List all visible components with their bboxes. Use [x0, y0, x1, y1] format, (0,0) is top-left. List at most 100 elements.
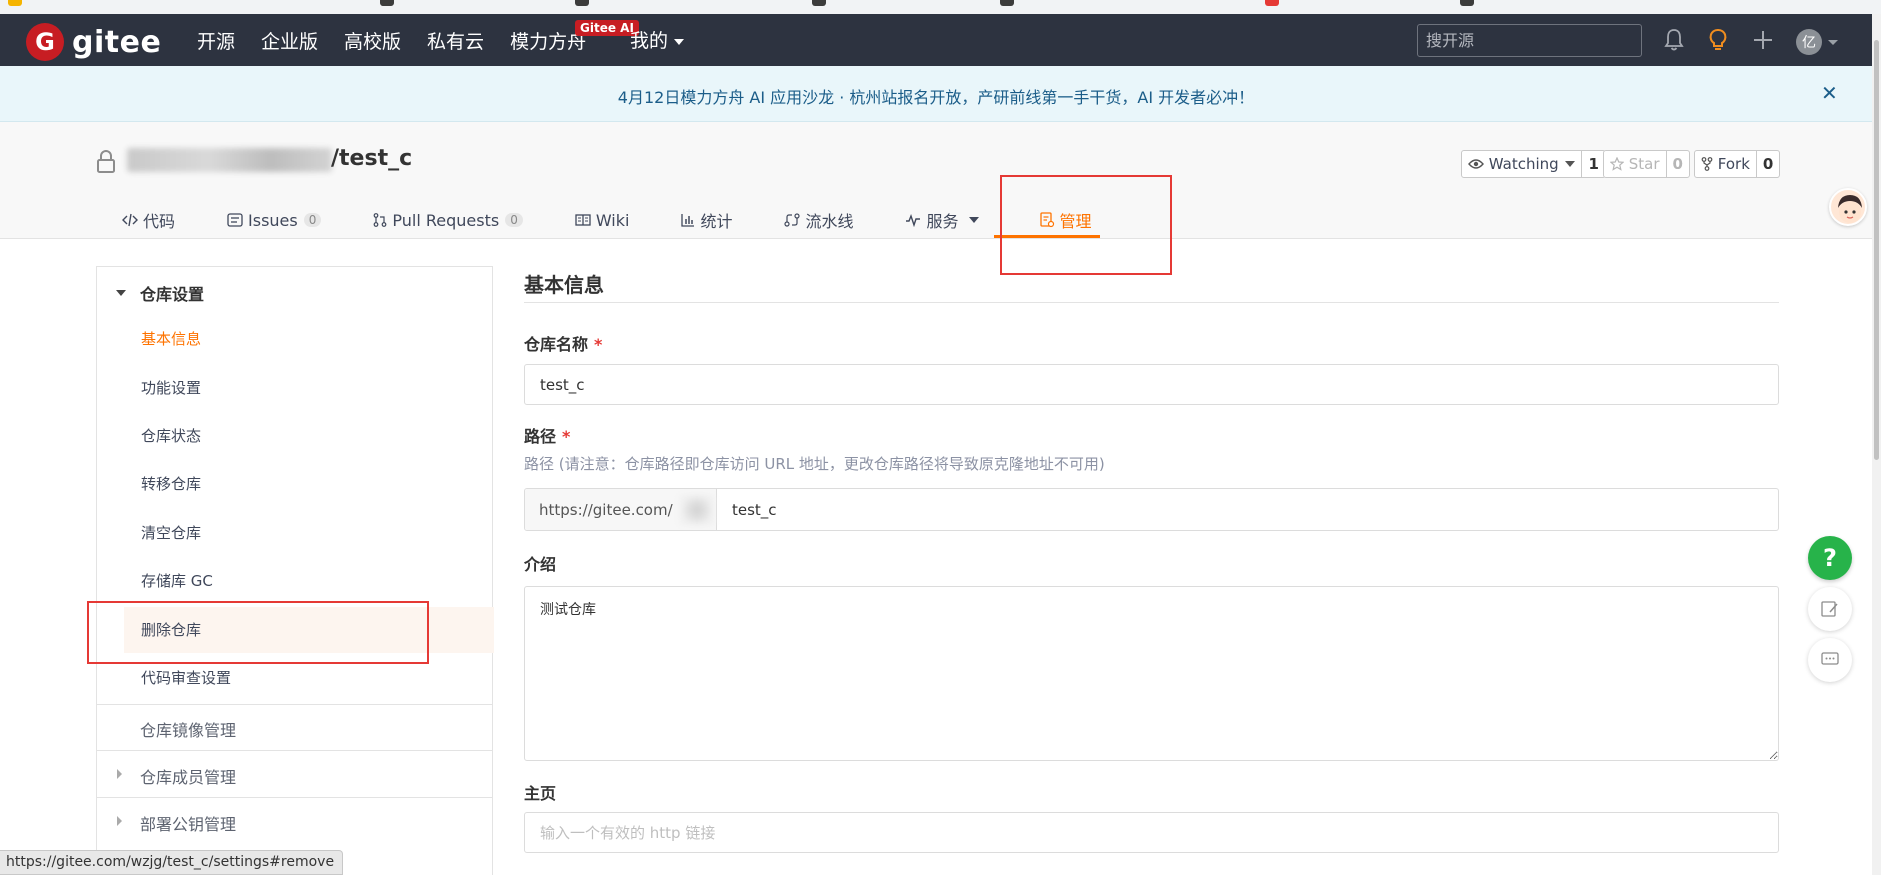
path-hint: 路径 (请注意：仓库路径即仓库访问 URL 地址，更改仓库路径将导致原克隆地址不…: [524, 455, 1105, 473]
repo-name[interactable]: /test_c: [331, 146, 412, 171]
sidebar-section-repo-settings[interactable]: 仓库设置: [116, 281, 204, 305]
pipeline-icon: [784, 213, 801, 227]
tab-pipeline[interactable]: 流水线: [784, 202, 853, 238]
edit-note-icon: [1821, 601, 1838, 617]
tab-wiki[interactable]: Wiki: [575, 202, 630, 238]
star-count: 0: [1665, 151, 1689, 177]
repo-owner-redacted[interactable]: [127, 148, 332, 172]
announcement-banner: 4月12日模力方舟 AI 应用沙龙 · 杭州站报名开放，产研前线第一手干货，AI…: [0, 66, 1872, 122]
chevron-down-icon: [968, 217, 979, 223]
tab-stats[interactable]: 统计: [681, 202, 732, 238]
top-navbar: G gitee 开源 企业版 高校版 私有云 模力方舟 Gitee AI 我的 …: [0, 14, 1872, 66]
fork-button[interactable]: Fork 0: [1694, 150, 1781, 178]
path-prefix-text: https://gitee.com/: [539, 500, 673, 519]
sidebar-section-title: 仓库设置: [140, 285, 205, 304]
tab-label: Pull Requests: [392, 210, 500, 230]
intro-textarea[interactable]: 测试仓库: [524, 586, 1779, 761]
repo-tabs: 代码 Issues 0 Pull Requests 0 Wiki 统计 流水线 服务…: [122, 202, 1144, 238]
tab-services[interactable]: 服务: [905, 202, 979, 238]
sidebar-divider: [97, 797, 492, 798]
browser-status-bar: https://gitee.com/wzjg/test_c/settings#r…: [0, 850, 344, 875]
title-divider: [524, 302, 1779, 303]
nav-links: 开源 企业版 高校版 私有云 模力方舟: [197, 14, 612, 66]
sidebar-item-code-review[interactable]: 代码审查设置: [141, 667, 231, 688]
sidebar-divider: [97, 750, 492, 751]
announcement-link[interactable]: 4月12日模力方舟 AI 应用沙龙 · 杭州站报名开放，产研前线第一手干货，AI…: [0, 84, 1872, 108]
repo-header: /test_c Watching 1 Star 0 Fork 0 代码 Issu…: [0, 122, 1872, 239]
repo-name-input[interactable]: [524, 364, 1779, 405]
homepage-input[interactable]: [524, 812, 1779, 853]
pulse-icon: [905, 213, 921, 227]
path-label: 路径 *: [524, 423, 570, 447]
gitee-logo-icon: G: [26, 23, 64, 61]
tab-pull-requests[interactable]: Pull Requests 0: [373, 202, 523, 238]
gitee-logo-text: gitee: [72, 24, 162, 60]
lightbulb-icon[interactable]: [1708, 28, 1728, 56]
sidebar-group-deploy-keys[interactable]: 部署公钥管理: [140, 811, 236, 835]
caret-right-icon: [117, 769, 122, 779]
book-icon: [575, 213, 591, 227]
nav-link-private-cloud[interactable]: 私有云: [427, 27, 484, 54]
avatar-chevron-down-icon[interactable]: [1828, 40, 1838, 45]
sidebar-group-members[interactable]: 仓库成员管理: [140, 764, 236, 788]
sidebar-item-basic-info[interactable]: 基本信息: [141, 328, 201, 349]
tab-label: 代码: [143, 212, 176, 231]
path-input[interactable]: test_c: [717, 489, 1778, 530]
feedback-button[interactable]: [1808, 587, 1852, 631]
tab-label: 服务: [926, 212, 959, 231]
close-icon[interactable]: ✕: [1821, 81, 1838, 105]
browser-bookmark-strip: [0, 0, 1881, 14]
required-mark: *: [562, 427, 571, 446]
user-avatar[interactable]: 亿: [1796, 29, 1822, 55]
path-owner-redacted: [680, 495, 714, 525]
sidebar-item-gc[interactable]: 存储库 GC: [141, 570, 213, 591]
star-label: Star: [1628, 155, 1660, 173]
chat-icon: [1821, 652, 1839, 665]
fork-icon: [1701, 157, 1713, 171]
label-text: 路径: [524, 427, 557, 446]
tab-label: Wiki: [595, 210, 630, 230]
tab-label: Issues: [248, 210, 298, 230]
homepage-label: 主页: [524, 784, 557, 803]
eye-icon: [1468, 159, 1484, 169]
page-scrollbar-thumb[interactable]: [1874, 40, 1879, 460]
star-button[interactable]: Star 0: [1603, 150, 1690, 178]
sidebar-item-clear[interactable]: 清空仓库: [141, 522, 201, 543]
tab-issues[interactable]: Issues 0: [227, 202, 322, 238]
caret-right-icon: [117, 816, 122, 826]
nav-link-enterprise[interactable]: 企业版: [261, 27, 318, 54]
intro-label: 介绍: [524, 555, 557, 574]
nav-link-education[interactable]: 高校版: [344, 27, 401, 54]
tab-code[interactable]: 代码: [122, 202, 175, 238]
chat-button[interactable]: [1808, 638, 1852, 682]
sidebar-item-features[interactable]: 功能设置: [141, 377, 201, 398]
nav-link-open-source[interactable]: 开源: [197, 27, 235, 54]
search-input[interactable]: [1417, 24, 1642, 57]
fork-label: Fork: [1717, 155, 1750, 173]
highlight-box-manage: [1000, 175, 1172, 275]
highlight-box-delete: [87, 601, 429, 664]
plus-icon[interactable]: [1752, 28, 1774, 56]
nav-mine-label: 我的: [630, 30, 669, 52]
watch-label: Watching: [1488, 155, 1559, 173]
pull-request-icon: [373, 213, 387, 227]
watch-button[interactable]: Watching 1: [1461, 150, 1606, 178]
chevron-down-icon: [674, 38, 685, 45]
tab-count: 0: [303, 213, 322, 227]
settings-sidebar: 仓库设置 基本信息 功能设置 仓库状态 转移仓库 清空仓库 存储库 GC 删除仓…: [96, 266, 494, 875]
tab-label: 统计: [700, 212, 733, 231]
sidebar-item-repo-status[interactable]: 仓库状态: [141, 425, 201, 446]
help-button[interactable]: ?: [1808, 536, 1852, 580]
sidebar-item-transfer[interactable]: 转移仓库: [141, 473, 201, 494]
sidebar-group-mirror[interactable]: 仓库镜像管理: [140, 717, 236, 741]
chevron-down-icon: [1565, 161, 1576, 167]
nav-mine-dropdown[interactable]: 我的: [630, 26, 685, 53]
path-prefix: https://gitee.com/: [525, 489, 717, 530]
gitee-logo[interactable]: G gitee: [26, 23, 161, 61]
fork-count: 0: [1755, 151, 1779, 177]
assistant-avatar[interactable]: [1829, 188, 1867, 226]
bar-chart-icon: [681, 213, 695, 227]
star-icon: [1610, 157, 1624, 171]
bell-icon[interactable]: [1664, 28, 1684, 56]
watch-count: 1: [1581, 151, 1604, 177]
